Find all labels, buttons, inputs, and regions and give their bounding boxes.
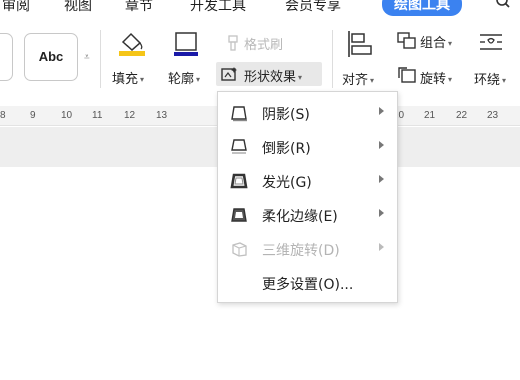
ribbon-divider	[100, 30, 101, 88]
ribbon-tab-bar: 审阅 视图 章节 开发工具 会员专享 绘图工具	[0, 0, 520, 18]
chevron-down-icon: ▾	[298, 73, 303, 82]
menu-item-soft-edges[interactable]: 柔化边缘(E)	[218, 198, 397, 232]
shape-effects-label: 形状效果	[244, 70, 297, 85]
rotate-icon[interactable]	[397, 66, 417, 88]
menu-item-3d-rotation: 三维旋转(D)	[218, 232, 397, 266]
rotate-button[interactable]: 旋转 ▾	[420, 68, 452, 87]
submenu-arrow-icon	[379, 243, 384, 251]
menu-item-label: 发光(G)	[262, 175, 312, 191]
submenu-arrow-icon	[379, 141, 384, 149]
tab-drawing-tools[interactable]: 绘图工具	[382, 0, 462, 16]
chevron-down-icon: ▾	[502, 76, 507, 85]
submenu-arrow-icon	[379, 175, 384, 183]
tab-developer[interactable]: 开发工具	[190, 0, 246, 15]
align-label: 对齐	[342, 73, 369, 88]
ruler-tick: 13	[156, 110, 168, 121]
wrap-label: 环绕	[474, 73, 501, 88]
submenu-arrow-icon	[379, 209, 384, 217]
fill-label: 填充	[112, 72, 139, 87]
outline-label: 轮廓	[168, 72, 195, 87]
ruler-tick: 21	[424, 110, 436, 121]
search-icon[interactable]	[494, 0, 520, 15]
chevron-down-icon: ▾	[448, 75, 453, 84]
ruler-tick: 23	[487, 110, 499, 121]
3d-rotation-icon	[230, 240, 248, 258]
soft-edges-icon	[230, 206, 248, 224]
ribbon-divider	[332, 30, 333, 88]
tab-view[interactable]: 视图	[64, 0, 92, 15]
chevron-down-icon: ▾	[448, 39, 453, 48]
group-button[interactable]: 组合 ▾	[420, 32, 452, 51]
tab-sections[interactable]: 章节	[125, 0, 153, 15]
tab-member[interactable]: 会员专享	[285, 0, 341, 15]
group-icon[interactable]	[397, 32, 417, 54]
menu-item-reflection[interactable]: 倒影(R)	[218, 130, 397, 164]
menu-item-label: 倒影(R)	[262, 141, 311, 157]
shape-style-preview[interactable]	[0, 33, 13, 81]
rotate-label: 旋转	[420, 72, 447, 87]
shape-style-abc[interactable]: Abc	[24, 33, 78, 81]
fill-bucket-icon[interactable]	[117, 30, 147, 60]
outline-button[interactable]: 轮廓 ▾	[168, 68, 200, 87]
submenu-arrow-icon	[379, 107, 384, 115]
style-gallery-more-icon[interactable]: ⩡	[84, 52, 90, 63]
outline-square-icon[interactable]	[172, 30, 200, 62]
shape-effects-icon	[221, 66, 239, 86]
shape-effects-menu: 阴影(S) 倒影(R) 发光(G) 柔化边缘(E) 三维旋转(D) 更多设置(O…	[217, 91, 398, 303]
align-icon[interactable]	[347, 30, 373, 62]
chevron-down-icon: ▾	[370, 76, 375, 85]
reflection-icon	[230, 138, 248, 156]
group-label: 组合	[420, 36, 447, 51]
format-painter-button: 格式刷	[244, 38, 284, 53]
chevron-down-icon: ▾	[140, 75, 145, 84]
ruler-tick: 22	[456, 110, 468, 121]
fill-button[interactable]: 填充 ▾	[112, 68, 144, 87]
shape-effects-label-wrap: 形状效果 ▾	[244, 66, 302, 85]
glow-icon	[230, 172, 248, 190]
chevron-down-icon: ▾	[196, 75, 201, 84]
ruler-tick: 12	[124, 110, 136, 121]
tab-review[interactable]: 审阅	[2, 0, 30, 15]
shadow-icon	[230, 104, 248, 122]
format-painter-icon	[226, 35, 240, 55]
wrap-button[interactable]: 环绕 ▾	[474, 69, 506, 88]
menu-item-glow[interactable]: 发光(G)	[218, 164, 397, 198]
menu-item-label: 更多设置(O)...	[262, 277, 354, 293]
ruler-tick: 9	[30, 110, 36, 121]
ruler-tick: 10	[61, 110, 73, 121]
ruler-tick: 8	[0, 110, 6, 121]
ruler-tick: 11	[92, 110, 103, 121]
menu-item-shadow[interactable]: 阴影(S)	[218, 96, 397, 130]
menu-item-label: 三维旋转(D)	[262, 243, 340, 259]
align-button[interactable]: 对齐 ▾	[342, 69, 374, 88]
menu-item-label: 柔化边缘(E)	[262, 209, 338, 225]
menu-item-label: 阴影(S)	[262, 107, 310, 123]
wrap-text-icon[interactable]	[479, 33, 503, 55]
menu-item-more-settings[interactable]: 更多设置(O)...	[218, 266, 397, 300]
